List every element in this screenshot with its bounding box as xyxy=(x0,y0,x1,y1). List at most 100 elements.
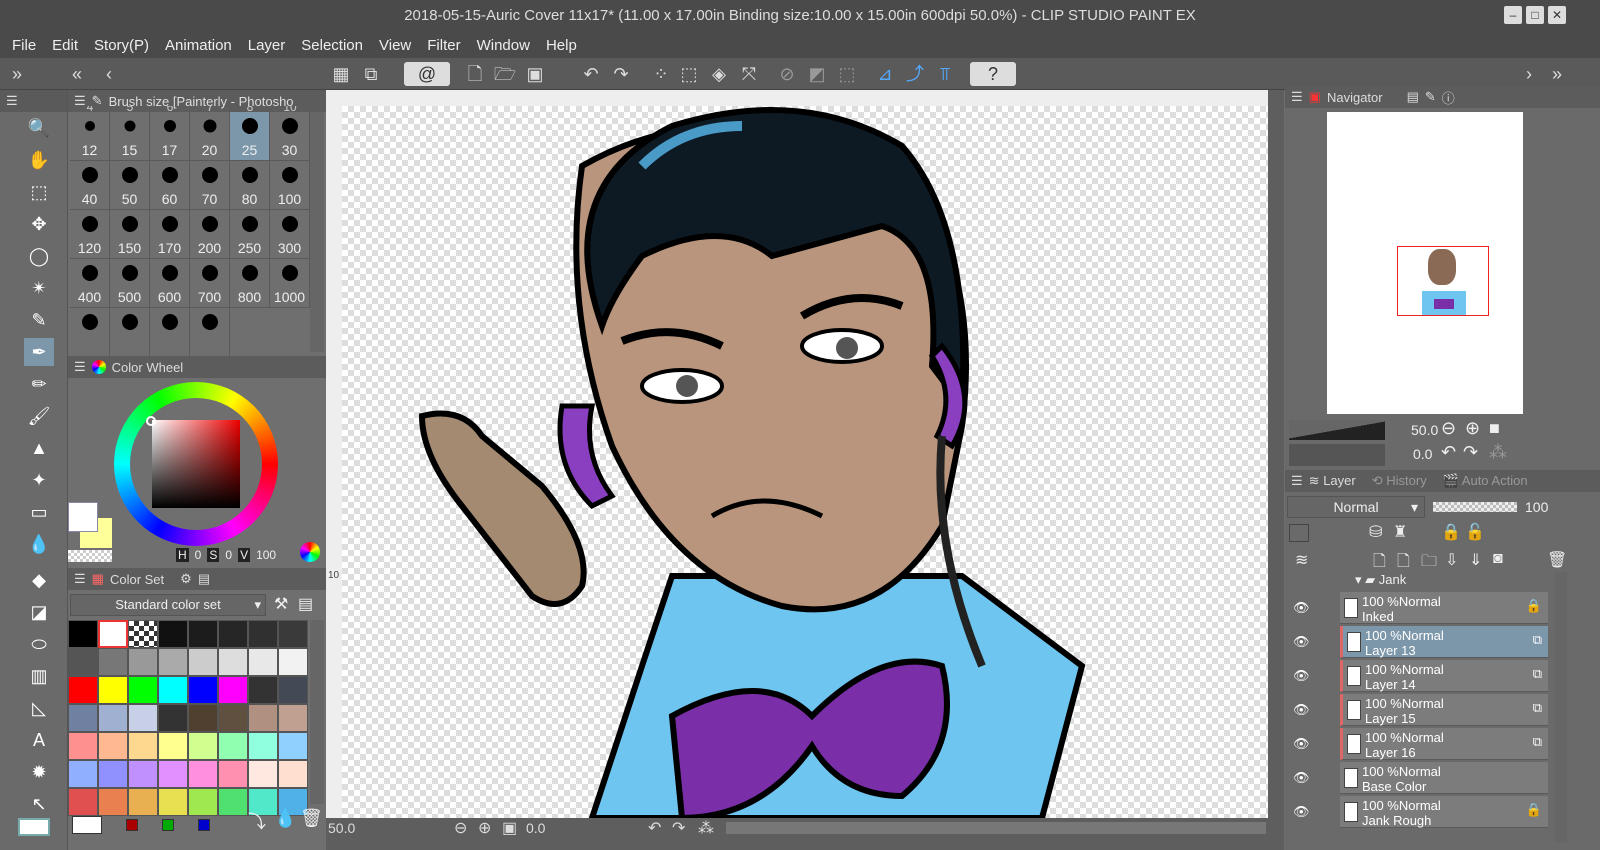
hand-tool-icon[interactable]: ✋ xyxy=(24,146,54,174)
color-swatch[interactable] xyxy=(188,648,218,676)
zoom-slider[interactable] xyxy=(1289,420,1385,440)
chevron-left-icon[interactable]: ‹ xyxy=(96,62,122,86)
maximize-button[interactable]: □ xyxy=(1526,6,1544,24)
color-swatch[interactable] xyxy=(98,620,128,648)
brush-size-cell[interactable] xyxy=(190,308,230,357)
brush-size-cell[interactable]: 120 xyxy=(70,210,110,259)
brush-size-cell[interactable]: 60 xyxy=(150,161,190,210)
close-button[interactable]: ✕ xyxy=(1548,6,1566,24)
zoom-tool-icon[interactable]: 🔍 xyxy=(24,114,54,142)
grid-snap-icon[interactable]: ⫪ xyxy=(932,62,958,86)
color-swatch[interactable] xyxy=(218,620,248,648)
menu-view[interactable]: View xyxy=(371,37,419,54)
color-swatch[interactable] xyxy=(68,676,98,704)
brush-size-cell[interactable] xyxy=(70,308,110,357)
fit-icon[interactable]: ▣ xyxy=(502,818,517,838)
color-history-swatch[interactable] xyxy=(72,816,102,834)
color-swatch[interactable] xyxy=(68,760,98,788)
color-swatch[interactable] xyxy=(128,788,158,816)
pen-tool-icon[interactable]: ✒ xyxy=(24,338,54,366)
collapse-icon[interactable]: « xyxy=(64,62,90,86)
redo-icon[interactable]: ↷ xyxy=(608,62,634,86)
color-swatch[interactable] xyxy=(278,760,308,788)
brush-size-cell[interactable]: 150 xyxy=(110,210,150,259)
merge-down-icon[interactable]: ⇓ xyxy=(1469,550,1482,570)
brush-size-cell[interactable]: 50 xyxy=(110,161,150,210)
menu-icon[interactable]: ☰ xyxy=(6,93,18,109)
layout-icon[interactable]: ⧉ xyxy=(358,62,384,86)
brush-size-cell[interactable]: 15 xyxy=(110,112,150,161)
brush-size-cell[interactable] xyxy=(150,308,190,357)
color-swatch[interactable] xyxy=(218,676,248,704)
layer-row[interactable]: 100 %Normal Layer 13 ⧉ xyxy=(1340,626,1548,658)
color-swatch[interactable] xyxy=(188,704,218,732)
fill-tool-icon[interactable]: ◆ xyxy=(24,566,54,594)
color-swatch[interactable] xyxy=(218,704,248,732)
balloon-tool-icon[interactable]: ✹ xyxy=(24,758,54,786)
text-tool-icon[interactable]: A xyxy=(24,726,54,754)
color-swatch[interactable] xyxy=(248,732,278,760)
main-color-chip[interactable] xyxy=(68,502,98,532)
color-set-scrollbar[interactable] xyxy=(310,620,324,804)
color-history-swatch[interactable] xyxy=(126,819,138,831)
brush-size-cell[interactable]: 500 xyxy=(110,259,150,308)
color-swatch[interactable] xyxy=(188,788,218,816)
menu-help[interactable]: Help xyxy=(538,37,585,54)
brush-size-cell[interactable]: 70 xyxy=(190,161,230,210)
frame-tool-icon[interactable]: ▥ xyxy=(24,662,54,690)
menu-icon[interactable]: ☰ xyxy=(1291,473,1303,489)
layer-row[interactable]: 100 %Normal Base Color xyxy=(1340,762,1548,794)
brush-size-cell[interactable]: 1000 xyxy=(270,259,310,308)
reference-layer-icon[interactable]: ♜ xyxy=(1393,522,1407,542)
main-color-chip[interactable] xyxy=(18,818,50,836)
brush-size-cell[interactable]: 400 xyxy=(70,259,110,308)
mask-icon[interactable]: ◙ xyxy=(1493,550,1503,568)
color-swatch[interactable] xyxy=(278,648,308,676)
visibility-eye-icon[interactable]: 👁 xyxy=(1293,736,1310,752)
rotate-left-icon[interactable]: ↶ xyxy=(648,818,661,838)
new-icon[interactable]: 🗋 xyxy=(462,62,488,86)
clip-lock-icon[interactable]: ⧉ xyxy=(1533,666,1542,682)
sv-cursor[interactable] xyxy=(146,416,156,426)
brush-size-cell[interactable]: 12 xyxy=(70,112,110,161)
brush-size-cell[interactable]: 40 xyxy=(70,161,110,210)
delete-color-icon[interactable]: 🗑 xyxy=(300,808,323,829)
open-icon[interactable]: 🗁 xyxy=(492,62,518,86)
brush-tool-icon[interactable]: 🖌 xyxy=(24,402,54,430)
clip-lock-icon[interactable]: ⧉ xyxy=(1533,700,1542,716)
brush-size-cell[interactable]: 600 xyxy=(150,259,190,308)
zoom-in-icon[interactable]: ⊕ xyxy=(1465,418,1480,439)
clear-icon[interactable]: ⁘ xyxy=(648,62,674,86)
reset-rotation-icon[interactable]: ⁂ xyxy=(698,818,714,838)
clip-studio-icon[interactable]: @ xyxy=(404,62,450,86)
color-swatch[interactable] xyxy=(128,732,158,760)
brush-size-cell[interactable]: 30 xyxy=(270,112,310,161)
grid-view-icon[interactable]: ▦ xyxy=(328,62,354,86)
lock-icon[interactable]: 🔒 xyxy=(1526,598,1542,614)
color-swatch[interactable] xyxy=(188,732,218,760)
menu-selection[interactable]: Selection xyxy=(293,37,371,54)
layer-color-icon[interactable] xyxy=(1289,524,1309,542)
folder-jank[interactable]: ▾ ▰ Jank xyxy=(1355,572,1406,588)
color-swatch[interactable] xyxy=(218,648,248,676)
transform-icon[interactable]: ⤧ xyxy=(736,62,762,86)
menu-window[interactable]: Window xyxy=(469,37,538,54)
visibility-eye-icon[interactable]: 👁 xyxy=(1293,668,1310,684)
fill-icon[interactable]: ◈ xyxy=(706,62,732,86)
zoom-out-icon[interactable]: ⊖ xyxy=(454,818,467,838)
rotate-left-icon[interactable]: ↶ xyxy=(1441,442,1456,463)
zoom-in-icon[interactable]: ⊕ xyxy=(478,818,491,838)
brush-size-cell[interactable]: 20 xyxy=(190,112,230,161)
reset-rotation-icon[interactable]: ⁂ xyxy=(1489,442,1507,463)
airbrush-tool-icon[interactable]: ▲ xyxy=(24,434,54,462)
menu-storyp[interactable]: Story(P) xyxy=(86,37,157,54)
brush-size-cell[interactable]: 80 xyxy=(230,161,270,210)
canvas-vertical-scrollbar[interactable] xyxy=(1268,90,1284,818)
navigator-zoom-value[interactable]: 50.0 xyxy=(1411,422,1438,438)
save-icon[interactable]: ▣ xyxy=(522,62,548,86)
layer-row[interactable]: 100 %Normal Layer 15 ⧉ xyxy=(1340,694,1548,726)
color-set-settings-icon[interactable]: ▤ xyxy=(298,594,313,614)
color-swatch[interactable] xyxy=(68,704,98,732)
gradient-tool-icon[interactable]: ◪ xyxy=(24,598,54,626)
lock-icon[interactable]: 🔒 xyxy=(1441,522,1461,542)
